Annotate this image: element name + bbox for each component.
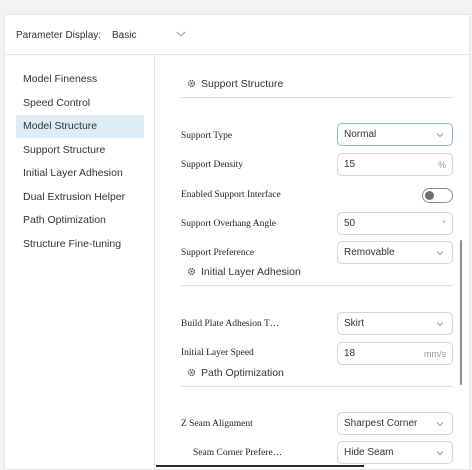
support-overhang-angle-value: 50 (344, 218, 356, 229)
support-preference-value: Removable (344, 247, 395, 258)
sidebar-item-path-optimization[interactable]: Path Optimization (16, 209, 144, 232)
support-preference-label: Support Preference (181, 248, 255, 258)
section-initial-layer-adhesion: Initial Layer Adhesion (181, 258, 453, 286)
initial-layer-speed-value: 18 (344, 348, 356, 359)
support-density-unit: % (437, 160, 446, 170)
support-type-select[interactable]: Normal (337, 123, 453, 146)
z-seam-alignment-label: Z Seam Alignment (181, 419, 253, 429)
chevron-down-icon (436, 422, 444, 427)
toggle-knob (425, 191, 434, 200)
seam-corner-preference-select[interactable]: Hide Seam (337, 441, 453, 464)
vertical-scrollbar[interactable] (460, 240, 462, 385)
gear-icon (187, 368, 196, 377)
build-plate-adhesion-label: Build Plate Adhesion T… (181, 319, 280, 329)
seam-corner-preference-label: Seam Corner Prefere… (193, 448, 283, 458)
sidebar-item-model-fineness[interactable]: Model Fineness (16, 68, 144, 91)
chevron-down-icon (436, 322, 444, 327)
section-support-structure: Support Structure (181, 70, 453, 98)
build-plate-adhesion-select[interactable]: Skirt (337, 312, 453, 335)
enabled-support-interface-label: Enabled Support Interface (181, 190, 281, 200)
sidebar-item-dual-extrusion-helper[interactable]: Dual Extrusion Helper (16, 186, 144, 209)
z-seam-alignment-value: Sharpest Corner (344, 418, 418, 429)
parameter-display-dropdown[interactable]: Basic (112, 30, 136, 41)
support-density-label: Support Density (181, 160, 244, 170)
sidebar-item-speed-control[interactable]: Speed Control (16, 92, 144, 115)
sidebar-item-support-structure[interactable]: Support Structure (16, 139, 144, 162)
parameter-display-label: Parameter Display: (16, 30, 102, 41)
support-overhang-angle-input[interactable]: 50 ° (337, 212, 453, 235)
seam-corner-preference-value: Hide Seam (344, 447, 394, 458)
section-title: Path Optimization (201, 367, 284, 379)
chevron-down-icon (436, 251, 444, 256)
settings-window: Parameter Display: Basic Model Fineness … (4, 14, 471, 470)
support-density-input[interactable]: 15 % (337, 153, 453, 176)
gear-icon (187, 79, 196, 88)
sidebar-item-initial-layer-adhesion[interactable]: Initial Layer Adhesion (16, 162, 144, 185)
sidebar-item-model-structure[interactable]: Model Structure (16, 115, 144, 138)
sidebar-item-structure-fine-tuning[interactable]: Structure Fine-tuning (16, 233, 144, 256)
z-seam-alignment-select[interactable]: Sharpest Corner (337, 412, 453, 435)
gear-icon (187, 267, 196, 276)
section-title: Support Structure (201, 78, 284, 90)
initial-layer-speed-label: Initial Layer Speed (181, 348, 254, 358)
support-overhang-angle-label: Support Overhang Angle (181, 219, 276, 229)
support-type-value: Normal (344, 129, 377, 140)
support-overhang-angle-unit: ° (442, 219, 446, 229)
support-density-value: 15 (344, 159, 356, 170)
enabled-support-interface-toggle[interactable] (422, 188, 453, 203)
chevron-down-icon[interactable] (175, 28, 187, 40)
build-plate-adhesion-value: Skirt (344, 318, 364, 329)
horizontal-scrollbar[interactable] (156, 465, 364, 467)
settings-panel: Support Structure Support Type Normal Su… (156, 56, 471, 470)
chevron-down-icon (436, 133, 444, 138)
chevron-down-icon (436, 451, 444, 456)
parameter-display-bar: Parameter Display: Basic (5, 15, 471, 55)
support-type-label: Support Type (181, 131, 233, 141)
section-title: Initial Layer Adhesion (201, 266, 301, 278)
initial-layer-speed-unit: mm/s (424, 349, 446, 359)
section-path-optimization: Path Optimization (181, 359, 453, 387)
category-sidebar: Model Fineness Speed Control Model Struc… (5, 56, 155, 470)
